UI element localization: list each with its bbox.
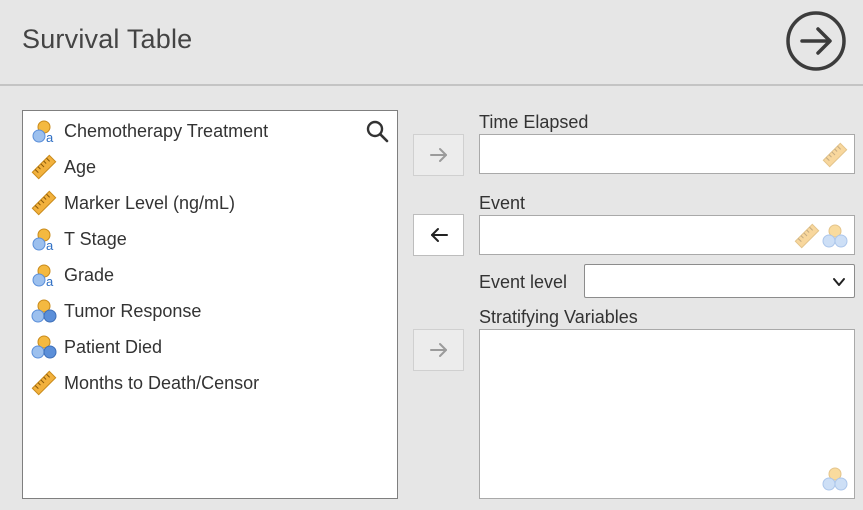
nominal-text-icon: a	[32, 120, 54, 144]
event-level-label: Event level	[479, 272, 568, 292]
arrow-circle-right-icon[interactable]	[785, 10, 847, 72]
arrow-right-icon	[429, 148, 447, 162]
time-elapsed-label: Time Elapsed	[479, 112, 589, 132]
move-to-stratifying-button[interactable]	[413, 329, 464, 371]
variable-label: Marker Level (ng/mL)	[64, 192, 236, 213]
variable-item[interactable]: Marker Level (ng/mL)	[31, 188, 361, 218]
svg-text:a: a	[46, 238, 54, 252]
chevron-down-icon	[833, 278, 845, 286]
move-from-event-button[interactable]	[413, 214, 464, 256]
svg-text:a: a	[46, 274, 54, 288]
variable-label: Tumor Response	[64, 300, 202, 321]
header: Survival Table	[0, 0, 863, 86]
variable-item[interactable]: a T Stage	[31, 224, 361, 254]
event-label: Event	[479, 193, 526, 213]
time-elapsed-dropzone[interactable]	[479, 134, 855, 174]
variable-item[interactable]: a Chemotherapy Treatment	[31, 116, 361, 146]
event-dropzone[interactable]	[479, 215, 855, 255]
ruler-icon	[31, 370, 57, 396]
variable-item[interactable]: Patient Died	[31, 332, 361, 362]
ruler-icon	[31, 154, 57, 180]
ruler-icon	[822, 142, 848, 168]
ruler-icon	[794, 223, 820, 249]
nominal-text-icon: a	[32, 228, 54, 252]
page-title: Survival Table	[22, 24, 193, 54]
nominal-text-icon: a	[32, 264, 54, 288]
nominal-icon	[31, 299, 57, 323]
arrow-left-icon	[430, 228, 448, 242]
ruler-icon	[31, 190, 57, 216]
variable-item[interactable]: a Grade	[31, 260, 361, 290]
nominal-icon	[822, 224, 848, 248]
nominal-icon	[31, 335, 57, 359]
variable-item[interactable]: Age	[31, 152, 361, 182]
variable-label: T Stage	[64, 228, 127, 249]
stratifying-dropzone[interactable]	[479, 329, 855, 499]
arrow-right-icon	[429, 343, 447, 357]
variable-label: Chemotherapy Treatment	[64, 120, 269, 141]
variable-label: Patient Died	[64, 336, 163, 357]
variable-label: Age	[64, 156, 97, 177]
nominal-icon	[822, 467, 848, 491]
variable-label: Grade	[64, 264, 115, 285]
event-level-select[interactable]	[584, 264, 855, 298]
variable-item[interactable]: Months to Death/Censor	[31, 368, 361, 398]
svg-text:a: a	[46, 130, 54, 144]
header-divider	[0, 84, 863, 86]
stratifying-label: Stratifying Variables	[479, 307, 638, 327]
variable-label: Months to Death/Censor	[64, 372, 260, 393]
variable-list[interactable]: a Chemotherapy Treatment Age Marker Leve…	[22, 110, 398, 499]
move-to-time-elapsed-button[interactable]	[413, 134, 464, 176]
search-icon[interactable]	[365, 119, 389, 143]
variable-item[interactable]: Tumor Response	[31, 296, 361, 326]
